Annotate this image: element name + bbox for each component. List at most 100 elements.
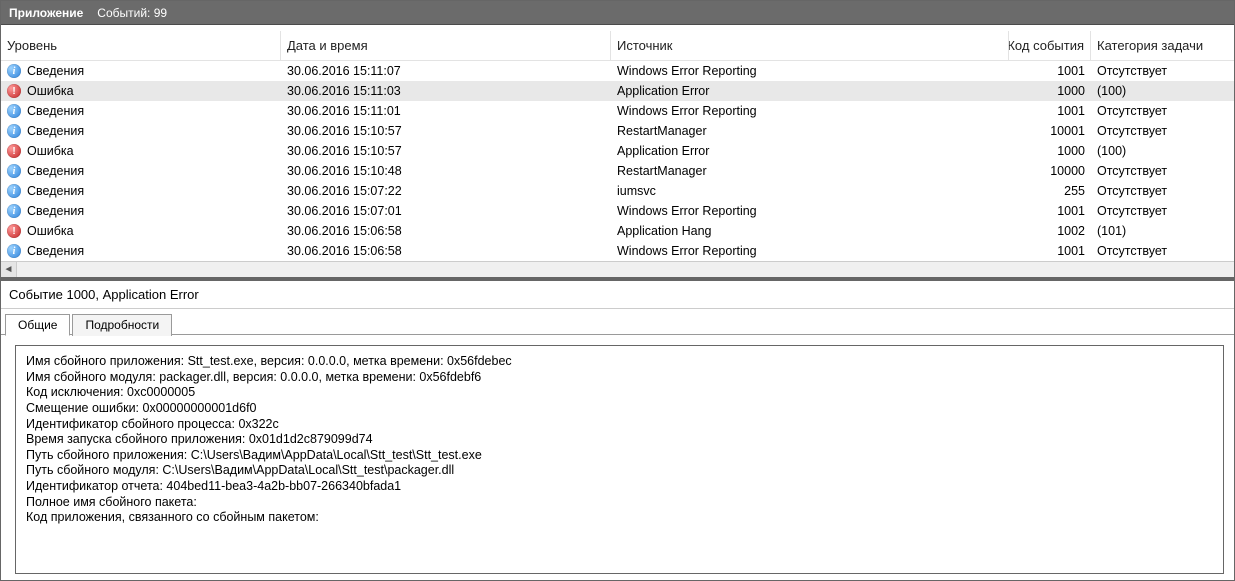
cell-eventid: 1000 [1009,84,1091,98]
cell-eventid: 10001 [1009,124,1091,138]
level-label: Ошибка [27,84,74,98]
level-label: Сведения [27,184,84,198]
table-row[interactable]: Сведения30.06.2016 15:10:57RestartManage… [1,121,1234,141]
cell-taskcat: Отсутствует [1091,244,1234,258]
cell-taskcat: Отсутствует [1091,164,1234,178]
event-list-panel: Уровень Дата и время Источник Код событи… [1,25,1234,278]
table-row[interactable]: Сведения 30.06.2016 15:07:22iumsvc255Отсу… [1,181,1234,201]
event-details-title: Событие 1000, Application Error [1,281,1234,309]
table-row[interactable]: Ошибка30.06.2016 15:11:03Application Err… [1,81,1234,101]
cell-level: Сведения [1,204,281,218]
cell-source: Application Hang [611,224,1009,238]
cell-source: Windows Error Reporting [611,204,1009,218]
cell-eventid: 1001 [1009,104,1091,118]
details-line: Код исключения: 0xc0000005 [26,385,1213,401]
cell-level: Сведения [1,164,281,178]
column-header-source[interactable]: Источник [611,31,1009,60]
cell-source: Application Error [611,84,1009,98]
details-line: Смещение ошибки: 0x00000000001d6f0 [26,401,1213,417]
cell-source: Windows Error Reporting [611,64,1009,78]
cell-eventid: 1001 [1009,244,1091,258]
cell-taskcat: Отсутствует [1091,184,1234,198]
info-icon [7,124,21,138]
column-header-eventid[interactable]: Код события [1009,31,1091,60]
column-header-row: Уровень Дата и время Источник Код событи… [1,31,1234,61]
table-row[interactable]: Сведения 30.06.2016 15:06:58Windows Error… [1,241,1234,261]
cell-source: RestartManager [611,124,1009,138]
cell-taskcat: Отсутствует [1091,104,1234,118]
info-icon [7,204,21,218]
cell-source: Windows Error Reporting [611,104,1009,118]
details-line: Путь сбойного модуля: C:\Users\Вадим\App… [26,463,1213,479]
cell-date: 30.06.2016 15:07:22 [281,184,611,198]
level-label: Сведения [27,64,84,78]
cell-date: 30.06.2016 15:06:58 [281,224,611,238]
details-line: Код приложения, связанного со сбойным па… [26,510,1213,526]
event-details-panel: Событие 1000, Application Error Общие По… [1,278,1234,580]
level-label: Сведения [27,244,84,258]
cell-date: 30.06.2016 15:10:48 [281,164,611,178]
table-row[interactable]: Сведения30.06.2016 15:11:07Windows Error… [1,61,1234,81]
cell-level: Ошибка [1,144,281,158]
app-title: Приложение [9,6,83,20]
horizontal-scrollbar[interactable]: ◄ [1,261,1234,277]
level-label: Ошибка [27,224,74,238]
details-line: Идентификатор сбойного процесса: 0x322c [26,417,1213,433]
cell-date: 30.06.2016 15:10:57 [281,124,611,138]
cell-source: Windows Error Reporting [611,244,1009,258]
level-label: Сведения [27,204,84,218]
info-icon [7,164,21,178]
details-line: Путь сбойного приложения: C:\Users\Вадим… [26,448,1213,464]
column-header-taskcat[interactable]: Категория задачи [1091,31,1234,60]
cell-eventid: 1002 [1009,224,1091,238]
column-header-level[interactable]: Уровень [1,31,281,60]
table-row[interactable]: Ошибка 30.06.2016 15:06:58Application Han… [1,221,1234,241]
level-label: Сведения [27,104,84,118]
info-icon [7,104,21,118]
cell-date: 30.06.2016 15:11:01 [281,104,611,118]
tab-strip-line [1,334,1234,335]
cell-eventid: 1001 [1009,64,1091,78]
event-list-body: Сведения30.06.2016 15:11:07Windows Error… [1,61,1234,261]
cell-taskcat: Отсутствует [1091,124,1234,138]
cell-source: RestartManager [611,164,1009,178]
error-icon [7,144,21,158]
cell-taskcat: Отсутствует [1091,204,1234,218]
cell-eventid: 1000 [1009,144,1091,158]
cell-taskcat: (100) [1091,144,1234,158]
table-row[interactable]: Сведения30.06.2016 15:10:48RestartManage… [1,161,1234,181]
event-count: Событий: 99 [97,6,167,20]
error-icon [7,84,21,98]
cell-source: iumsvc [611,184,1009,198]
cell-source: Application Error [611,144,1009,158]
cell-level: Сведения [1,244,281,258]
details-line: Время запуска сбойного приложения: 0x01d… [26,432,1213,448]
table-row[interactable]: Сведения 30.06.2016 15:07:01Windows Error… [1,201,1234,221]
details-line: Полное имя сбойного пакета: [26,495,1213,511]
cell-date: 30.06.2016 15:07:01 [281,204,611,218]
tab-general[interactable]: Общие [5,314,70,336]
table-row[interactable]: Ошибка 30.06.2016 15:10:57Application Err… [1,141,1234,161]
cell-level: Ошибка [1,84,281,98]
table-row[interactable]: Сведения 30.06.2016 15:11:01Windows Error… [1,101,1234,121]
cell-eventid: 1001 [1009,204,1091,218]
cell-taskcat: (100) [1091,84,1234,98]
cell-date: 30.06.2016 15:06:58 [281,244,611,258]
cell-taskcat: Отсутствует [1091,64,1234,78]
details-line: Идентификатор отчета: 404bed11-bea3-4a2b… [26,479,1213,495]
level-label: Ошибка [27,144,74,158]
details-line: Имя сбойного приложения: Stt_test.exe, в… [26,354,1213,370]
cell-date: 30.06.2016 15:10:57 [281,144,611,158]
titlebar: Приложение Событий: 99 [1,1,1234,25]
info-icon [7,64,21,78]
event-viewer-window: Приложение Событий: 99 Уровень Дата и вр… [0,0,1235,581]
cell-level: Сведения [1,64,281,78]
cell-eventid: 255 [1009,184,1091,198]
column-header-date[interactable]: Дата и время [281,31,611,60]
info-icon [7,244,21,258]
info-icon [7,184,21,198]
tab-details[interactable]: Подробности [72,314,172,336]
cell-level: Сведения [1,124,281,138]
cell-level: Сведения [1,184,281,198]
scroll-left-arrow-icon[interactable]: ◄ [1,262,17,277]
